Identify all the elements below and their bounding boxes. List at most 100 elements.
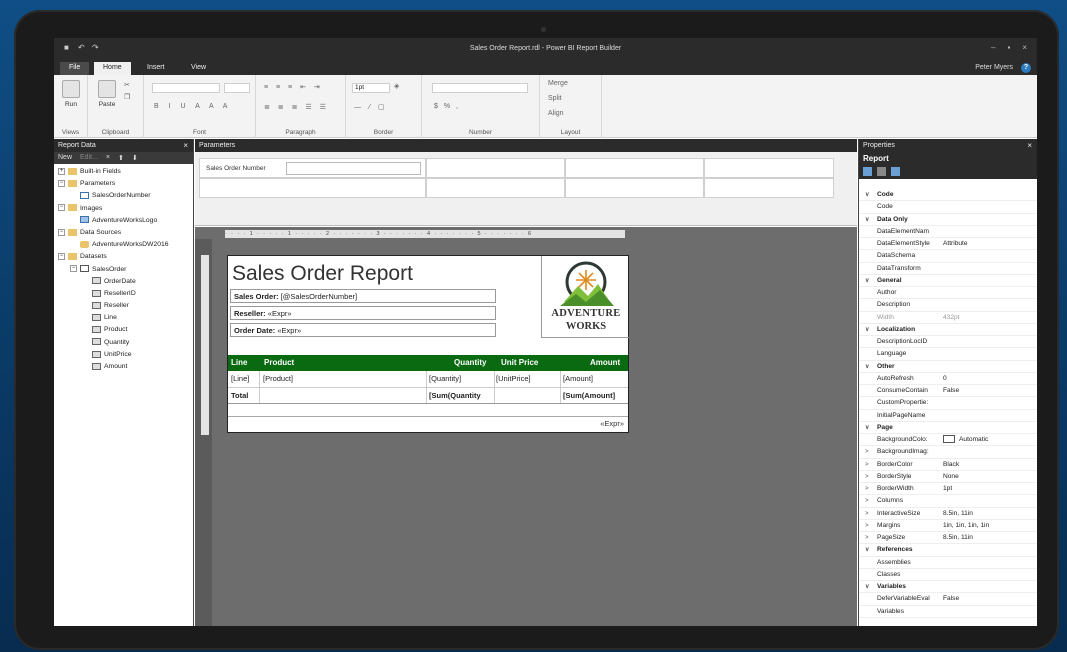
- property-row[interactable]: > Columns: [859, 495, 1037, 508]
- property-row[interactable]: DataElementStyle Attribute: [859, 238, 1037, 251]
- font-name-select[interactable]: [152, 83, 220, 93]
- split-button[interactable]: Split: [548, 95, 562, 102]
- tree-item[interactable]: Amount: [54, 361, 193, 373]
- expander-icon[interactable]: −: [58, 228, 65, 236]
- property-value[interactable]: False: [943, 385, 959, 397]
- property-row[interactable]: ConsumeContain False: [859, 385, 1037, 398]
- collapse-icon[interactable]: ∨: [865, 361, 869, 373]
- expander-icon[interactable]: −: [58, 253, 65, 261]
- move-down-icon[interactable]: ⬇: [132, 154, 138, 162]
- collapse-icon[interactable]: ∨: [865, 189, 869, 201]
- user-name[interactable]: Peter Myers: [975, 64, 1013, 71]
- expander-icon[interactable]: +: [58, 167, 65, 175]
- collapse-icon[interactable]: ∨: [865, 324, 869, 336]
- property-category[interactable]: ∨ General: [859, 275, 1037, 287]
- page-footer-expression[interactable]: «Expr»: [600, 419, 624, 428]
- parameter-cell-empty[interactable]: [426, 178, 565, 198]
- new-button[interactable]: New: [58, 154, 72, 162]
- number-format-buttons[interactable]: $ % ,: [434, 103, 460, 110]
- tree-item[interactable]: − Datasets: [54, 251, 193, 263]
- parameter-cell-empty[interactable]: [426, 158, 565, 178]
- reseller-textbox[interactable]: Reseller: «Expr»: [230, 306, 496, 320]
- property-row[interactable]: Code: [859, 201, 1037, 214]
- border-style-buttons[interactable]: — ⁄ ▢: [354, 103, 388, 111]
- expander-icon[interactable]: −: [58, 204, 65, 212]
- parameter-cell-empty[interactable]: [704, 178, 834, 198]
- expand-icon[interactable]: >: [865, 446, 869, 458]
- parameter-cell-empty[interactable]: [565, 178, 704, 198]
- property-row[interactable]: CustomPropertie:: [859, 397, 1037, 410]
- property-row[interactable]: DataTransform: [859, 263, 1037, 275]
- color-swatch[interactable]: [943, 435, 955, 444]
- parameter-cell[interactable]: Sales Order Number: [199, 158, 426, 178]
- expand-icon[interactable]: >: [865, 471, 869, 483]
- property-row[interactable]: > Margins 1in, 1in, 1in, 1in: [859, 520, 1037, 532]
- property-row[interactable]: DataSchema: [859, 250, 1037, 263]
- report-body[interactable]: Sales Order Report Sales Order: [@SalesO…: [227, 255, 629, 433]
- order-date-textbox[interactable]: Order Date: «Expr»: [230, 323, 496, 337]
- property-row[interactable]: Assemblies: [859, 557, 1037, 569]
- collapse-icon[interactable]: ∨: [865, 214, 869, 226]
- align-button[interactable]: Align: [548, 110, 564, 117]
- adventure-works-logo[interactable]: ADVENTURE WORKS: [541, 256, 629, 338]
- property-value[interactable]: 1pt: [943, 483, 952, 495]
- tree-item[interactable]: Product: [54, 324, 193, 336]
- collapse-icon[interactable]: ∨: [865, 581, 869, 593]
- property-row[interactable]: DeferVariableEval False: [859, 593, 1037, 606]
- property-row[interactable]: > BorderWidth 1pt: [859, 483, 1037, 496]
- property-value[interactable]: 432pt: [943, 312, 960, 324]
- categorized-icon[interactable]: [863, 167, 872, 176]
- property-row[interactable]: Author: [859, 287, 1037, 300]
- delete-icon[interactable]: ×: [106, 154, 110, 162]
- property-row[interactable]: Language: [859, 348, 1037, 361]
- property-row[interactable]: AutoRefresh 0: [859, 373, 1037, 385]
- table-header-row[interactable]: Line Product Quantity Unit Price Amount: [228, 355, 628, 371]
- parameter-cell-empty[interactable]: [565, 158, 704, 178]
- alphabetical-icon[interactable]: [877, 167, 886, 176]
- property-category[interactable]: ∨ Localization: [859, 324, 1037, 336]
- expand-icon[interactable]: >: [865, 520, 869, 532]
- property-row[interactable]: > BorderStyle None: [859, 471, 1037, 483]
- property-value[interactable]: 1in, 1in, 1in, 1in: [943, 520, 989, 532]
- expand-icon[interactable]: >: [865, 483, 869, 495]
- property-pages-icon[interactable]: [891, 167, 900, 176]
- close-icon[interactable]: ×: [1022, 43, 1027, 52]
- property-value[interactable]: Attribute: [943, 238, 968, 250]
- expand-icon[interactable]: >: [865, 508, 869, 520]
- property-value[interactable]: 8.5in, 11in: [943, 532, 973, 544]
- close-panel-icon[interactable]: ×: [183, 141, 188, 150]
- property-row[interactable]: Description: [859, 299, 1037, 312]
- help-icon[interactable]: ?: [1021, 63, 1031, 73]
- font-style-buttons[interactable]: B I U A A A: [154, 103, 231, 110]
- minimize-icon[interactable]: –: [991, 43, 995, 52]
- property-row[interactable]: > BorderColor Black: [859, 459, 1037, 471]
- tree-item[interactable]: ResellerID: [54, 288, 193, 300]
- property-row[interactable]: DescriptionLocID: [859, 336, 1037, 349]
- property-value[interactable]: None: [943, 471, 959, 483]
- run-button[interactable]: Run: [58, 80, 84, 108]
- close-properties-icon[interactable]: ×: [1027, 141, 1032, 150]
- border-width-select[interactable]: 1pt: [352, 83, 390, 93]
- font-size-select[interactable]: [224, 83, 250, 93]
- tree-item[interactable]: Reseller: [54, 300, 193, 312]
- tab-file[interactable]: File: [60, 62, 90, 75]
- property-category[interactable]: ∨ Code: [859, 189, 1037, 202]
- property-value[interactable]: Black: [943, 459, 959, 471]
- align-buttons[interactable]: ≣ ≣ ≣ ☰ ☰: [264, 103, 329, 111]
- tree-item[interactable]: − Data Sources: [54, 227, 193, 239]
- property-category[interactable]: ∨ Variables: [859, 581, 1037, 594]
- tab-home[interactable]: Home: [94, 62, 131, 75]
- property-row[interactable]: DataElementNam: [859, 226, 1037, 238]
- property-category[interactable]: ∨ Data Only: [859, 214, 1037, 226]
- merge-button[interactable]: Merge: [548, 80, 568, 87]
- table-total-row[interactable]: Total [Sum(Quantity [Sum(Amount]: [228, 388, 628, 404]
- collapse-icon[interactable]: ∨: [865, 275, 869, 287]
- parameter-input[interactable]: [286, 162, 421, 175]
- tree-item[interactable]: + Built-in Fields: [54, 166, 193, 178]
- move-up-icon[interactable]: ⬆: [118, 154, 124, 162]
- tree-item[interactable]: Line: [54, 312, 193, 324]
- expand-icon[interactable]: >: [865, 459, 869, 471]
- property-value[interactable]: 0: [943, 373, 947, 385]
- edit-button[interactable]: Edit...: [80, 154, 98, 162]
- report-title[interactable]: Sales Order Report: [232, 262, 413, 286]
